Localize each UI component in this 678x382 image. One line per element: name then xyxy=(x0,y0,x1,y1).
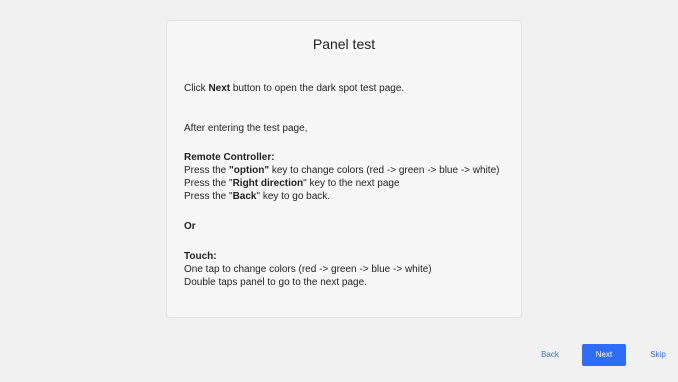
touch-line-double-tap: Double taps panel to go to the next page… xyxy=(184,277,367,288)
panel-test-card: Panel test Click Next button to open the… xyxy=(166,20,522,318)
remote-line-back: Press the "Back" key to go back. xyxy=(184,190,330,203)
panel-title: Panel test xyxy=(312,36,376,52)
touch-heading: Touch: xyxy=(184,251,217,262)
touch-line-tap: One tap to change colors (red -> green -… xyxy=(184,264,432,275)
remote-controller-heading: Remote Controller: xyxy=(184,152,275,163)
remote-line-option: Press the "option" key to change colors … xyxy=(184,164,499,177)
after-entering-text: After entering the test page, xyxy=(184,123,308,134)
remote-line-post: " key to the next page xyxy=(303,178,400,189)
or-label: Or xyxy=(184,221,196,232)
remote-line-key: Back xyxy=(232,191,257,202)
intro-text: Click Next button to open the dark spot … xyxy=(184,82,404,95)
remote-line-pre: Press the " xyxy=(184,191,233,202)
remote-line-right-direction: Press the "Right direction" key to the n… xyxy=(184,177,400,190)
intro-post: button to open the dark spot test page. xyxy=(230,83,405,94)
remote-line-key: Right direction xyxy=(232,178,304,189)
remote-line-pre: Press the " xyxy=(184,178,233,189)
back-button[interactable]: Back xyxy=(535,344,565,366)
remote-line-key: "option" xyxy=(229,165,270,176)
next-button[interactable]: Next xyxy=(582,344,626,366)
remote-line-post: key to change colors (red -> green -> bl… xyxy=(269,165,500,176)
remote-line-post: " key to go back. xyxy=(256,191,331,202)
intro-pre: Click xyxy=(184,83,209,94)
remote-line-pre: Press the xyxy=(184,165,230,176)
skip-button[interactable]: Skip xyxy=(643,344,673,366)
intro-next-word: Next xyxy=(208,83,231,94)
